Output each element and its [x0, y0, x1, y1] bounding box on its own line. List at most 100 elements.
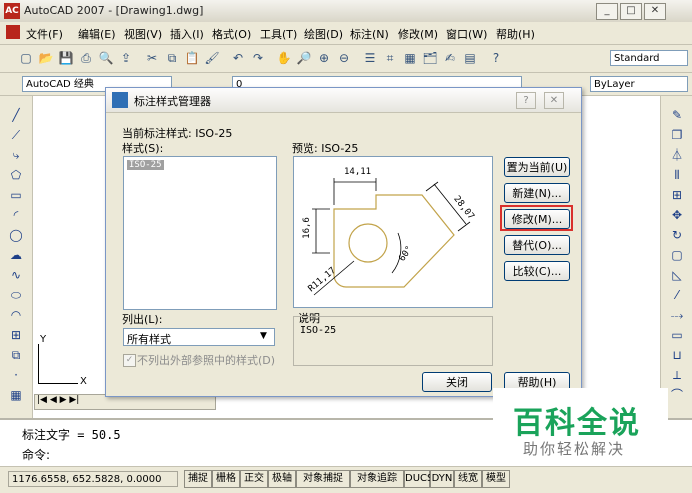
menu-edit[interactable]: 编辑(E): [78, 26, 116, 42]
dialog-close-icon[interactable]: ✕: [544, 92, 564, 109]
break-icon[interactable]: ▭: [669, 326, 685, 344]
undo-icon[interactable]: ↶: [230, 50, 246, 66]
override-button[interactable]: 替代(O)...: [504, 235, 570, 255]
open-icon[interactable]: 📂: [38, 50, 54, 66]
matchprop-icon[interactable]: 🖌: [204, 50, 220, 66]
spline-icon[interactable]: ∿: [8, 266, 24, 284]
modify-highlight: [500, 205, 573, 231]
otrack-toggle[interactable]: 对象追踪: [350, 470, 404, 488]
zoom-realtime-icon[interactable]: 🔎: [296, 50, 312, 66]
ellipse-arc-icon[interactable]: ◠: [8, 306, 24, 324]
menu-format[interactable]: 格式(O): [212, 26, 251, 42]
zoom-window-icon[interactable]: ⊕: [316, 50, 332, 66]
circle-icon[interactable]: ◯: [8, 226, 24, 244]
osnap-toggle[interactable]: 对象捕捉: [296, 470, 350, 488]
construction-line-icon[interactable]: ⟋: [8, 126, 24, 144]
line-icon[interactable]: ╱: [8, 106, 24, 124]
grid-toggle[interactable]: 栅格: [212, 470, 240, 488]
modify-toolbar: ✎ ❐ ⏃ ⫴ ⊞ ✥ ↻ ▢ ◺ ⁄ ⤏ ▭ ⊔ ⟂ ⌒: [660, 96, 692, 418]
menu-dimension[interactable]: 标注(N): [350, 26, 389, 42]
polyline-icon[interactable]: ⤷: [8, 146, 24, 164]
menu-draw[interactable]: 绘图(D): [304, 26, 343, 42]
menu-file[interactable]: 文件(F): [26, 26, 63, 42]
rotate-icon[interactable]: ↻: [669, 226, 685, 244]
pan-icon[interactable]: ✋: [276, 50, 292, 66]
redo-icon[interactable]: ↷: [250, 50, 266, 66]
close-window-button[interactable]: ✕: [644, 3, 666, 20]
menu-view[interactable]: 视图(V): [124, 26, 162, 42]
text-style-combo[interactable]: Standard: [610, 50, 688, 66]
style-item-iso25[interactable]: ISO-25: [127, 160, 164, 170]
offset-icon[interactable]: ⫴: [669, 166, 685, 184]
preview-icon[interactable]: 🔍: [98, 50, 114, 66]
trim-icon[interactable]: ⁄: [669, 286, 685, 304]
color-combo[interactable]: ByLayer: [590, 76, 688, 92]
ortho-toggle[interactable]: 正交: [240, 470, 268, 488]
dialog-title-bar: 标注样式管理器 ? ✕: [106, 88, 581, 113]
restore-button[interactable]: □: [620, 3, 642, 20]
plot-icon[interactable]: ⎙: [78, 50, 94, 66]
stretch-icon[interactable]: ◺: [669, 266, 685, 284]
menu-tools[interactable]: 工具(T): [260, 26, 297, 42]
menu-help[interactable]: 帮助(H): [496, 26, 535, 42]
arc-icon[interactable]: ◜: [8, 206, 24, 224]
erase-icon[interactable]: ✎: [669, 106, 685, 124]
copy-icon[interactable]: ⧉: [164, 50, 180, 66]
xref-checkbox[interactable]: ✓: [123, 354, 136, 367]
new-icon[interactable]: ▢: [18, 50, 34, 66]
new-style-button[interactable]: 新建(N)...: [504, 183, 570, 203]
menu-window[interactable]: 窗口(W): [446, 26, 487, 42]
paste-icon[interactable]: 📋: [184, 50, 200, 66]
dyn-toggle[interactable]: DYN: [430, 470, 454, 488]
hatch-icon[interactable]: ▦: [8, 386, 24, 404]
help-icon[interactable]: ?: [488, 50, 504, 66]
join-icon[interactable]: ⊔: [669, 346, 685, 364]
markup-icon[interactable]: ✍: [442, 50, 458, 66]
point-icon[interactable]: ·: [8, 366, 24, 384]
move-icon[interactable]: ✥: [669, 206, 685, 224]
coordinates-display: 1176.6558, 652.5828, 0.0000: [8, 471, 178, 487]
properties-icon[interactable]: ☰: [362, 50, 378, 66]
styles-label: 样式(S):: [122, 142, 164, 155]
designcenter-icon[interactable]: ⌗: [382, 50, 398, 66]
extend-icon[interactable]: ⤏: [669, 306, 685, 324]
snap-toggle[interactable]: 捕捉: [184, 470, 212, 488]
polar-toggle[interactable]: 极轴: [268, 470, 296, 488]
close-dialog-button[interactable]: 关闭: [422, 372, 492, 392]
menu-modify[interactable]: 修改(M): [398, 26, 438, 42]
command-prompt[interactable]: 命令:: [22, 446, 50, 463]
document-icon[interactable]: [6, 25, 20, 39]
menu-insert[interactable]: 插入(I): [170, 26, 204, 42]
insert-block-icon[interactable]: ⊞: [8, 326, 24, 344]
calc-icon[interactable]: ▤: [462, 50, 478, 66]
model-toggle[interactable]: 模型: [482, 470, 510, 488]
zoom-previous-icon[interactable]: ⊖: [336, 50, 352, 66]
preview-dim-left: 16,6: [301, 217, 312, 239]
toolpalette-icon[interactable]: ▦: [402, 50, 418, 66]
cut-icon[interactable]: ✂: [144, 50, 160, 66]
lineweight-toggle[interactable]: 线宽: [454, 470, 482, 488]
ducs-toggle[interactable]: DUCS: [404, 470, 433, 488]
ellipse-icon[interactable]: ⬭: [8, 286, 24, 304]
styles-listbox[interactable]: ISO-25: [123, 156, 277, 310]
description-value: ISO-25: [300, 325, 337, 336]
dialog-help-button[interactable]: ?: [516, 92, 536, 109]
publish-icon[interactable]: ⇪: [118, 50, 134, 66]
polygon-icon[interactable]: ⬠: [8, 166, 24, 184]
save-icon[interactable]: 💾: [58, 50, 74, 66]
sheetset-icon[interactable]: 🗂: [422, 50, 438, 66]
xref-checkbox-label: 不列出外部参照中的样式(D): [137, 354, 276, 367]
rectangle-icon[interactable]: ▭: [8, 186, 24, 204]
scale-icon[interactable]: ▢: [669, 246, 685, 264]
copy-object-icon[interactable]: ❐: [669, 126, 685, 144]
revcloud-icon[interactable]: ☁: [8, 246, 24, 264]
make-block-icon[interactable]: ⧉: [8, 346, 24, 364]
chamfer-icon[interactable]: ⟂: [669, 366, 685, 384]
array-icon[interactable]: ⊞: [669, 186, 685, 204]
mirror-icon[interactable]: ⏃: [669, 146, 685, 164]
set-current-button[interactable]: 置为当前(U): [504, 157, 570, 177]
list-dropdown[interactable]: 所有样式 ▼: [123, 328, 275, 346]
fillet-icon[interactable]: ⌒: [669, 386, 685, 404]
compare-button[interactable]: 比较(C)...: [504, 261, 570, 281]
minimize-button[interactable]: _: [596, 3, 618, 20]
